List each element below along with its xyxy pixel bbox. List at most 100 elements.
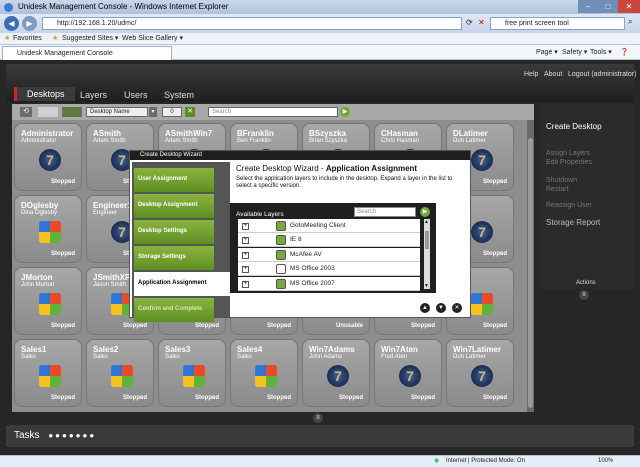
actions-collapse-icon[interactable]: ≡ xyxy=(579,290,589,300)
sort-select[interactable]: Desktop Name xyxy=(86,107,148,117)
desktop-tile[interactable]: Sales2 Sales Stopped xyxy=(86,339,154,407)
web-slice-gallery-link[interactable]: Web Slice Gallery ▾ xyxy=(122,33,183,45)
layers-search-go-icon[interactable]: ▶ xyxy=(420,207,430,217)
layer-checkbox[interactable] xyxy=(276,264,286,275)
move-up-icon[interactable]: ▲ xyxy=(420,303,430,313)
layer-row[interactable]: + GotoMeeting Client xyxy=(238,219,420,233)
desktop-scrollbar[interactable] xyxy=(527,120,534,412)
add-favorite-icon[interactable]: ★ xyxy=(52,33,58,45)
desktop-name: ASmithWin7 xyxy=(165,129,213,138)
desktop-tile[interactable]: Sales4 Sales Stopped xyxy=(230,339,298,407)
desktop-tile[interactable]: JMorton John Morton Stopped xyxy=(14,267,82,335)
scrollbar-thumb[interactable] xyxy=(528,138,533,408)
tools-menu[interactable]: Tools ▾ xyxy=(590,45,612,60)
desktop-tile[interactable]: Win7Aten Fred Aten 7 Stopped xyxy=(374,339,442,407)
search-go-icon[interactable]: ▶ xyxy=(340,107,350,117)
browser-tab-bar: Unidesk Management Console Page ▾ Safety… xyxy=(0,45,640,60)
tab-users[interactable]: Users xyxy=(124,90,148,100)
grid-view-icon[interactable] xyxy=(62,107,82,117)
browser-tab[interactable]: Unidesk Management Console xyxy=(2,46,172,60)
layer-checkbox[interactable] xyxy=(276,235,286,246)
zoom-level[interactable]: 100% xyxy=(598,456,613,467)
scroll-up-icon[interactable]: ▲ xyxy=(424,219,429,225)
edit-properties-action[interactable]: Edit Properties xyxy=(546,159,592,166)
suggested-sites-link[interactable]: Suggested Sites ▾ xyxy=(62,33,118,45)
about-link[interactable]: About xyxy=(544,71,562,78)
actions-label: Actions xyxy=(576,280,596,286)
layer-checkbox[interactable] xyxy=(276,221,286,231)
desktop-tile[interactable]: Win7Latimer Don Latimer 7 Stopped xyxy=(446,339,514,407)
layer-row[interactable]: + McAfee AV xyxy=(238,247,420,262)
step-user-assignment[interactable]: User Assignment xyxy=(134,168,214,192)
list-view-icon[interactable] xyxy=(38,107,58,117)
layers-scrollbar[interactable]: ▲ ▼ xyxy=(424,219,430,289)
step-desktop-assignment[interactable]: Desktop Assignment xyxy=(134,194,214,218)
layer-row[interactable]: + MS Office 2003 xyxy=(238,262,420,277)
desktop-name: Win7Latimer xyxy=(453,345,501,354)
desktop-name: CHasman xyxy=(381,129,418,138)
minimize-icon[interactable]: – xyxy=(578,0,598,13)
expand-icon[interactable]: + xyxy=(242,251,249,259)
layers-header: Available Layers xyxy=(236,211,284,218)
layer-checkbox[interactable] xyxy=(276,249,286,260)
scroll-down-icon[interactable]: ▼ xyxy=(424,283,429,289)
forward-icon[interactable]: ▶ xyxy=(22,16,37,31)
layer-checkbox[interactable] xyxy=(276,278,286,289)
search-icon[interactable]: ⌕ xyxy=(628,17,632,27)
desktop-tile[interactable]: Win7Adams John Adams 7 Stopped xyxy=(302,339,370,407)
close-window-icon[interactable]: ✕ xyxy=(618,0,640,13)
clear-selection-icon[interactable]: ✕ xyxy=(185,107,195,117)
desktop-user: Sales xyxy=(237,354,253,360)
layers-scroll-thumb[interactable] xyxy=(425,231,429,249)
url-field[interactable]: http://192.168.1.20/udmc/ xyxy=(42,17,462,30)
desktop-tile[interactable]: Sales1 Sales Stopped xyxy=(14,339,82,407)
desktop-status: Stopped xyxy=(483,323,507,329)
storage-report-action[interactable]: Storage Report xyxy=(546,218,600,227)
assign-layers-action[interactable]: Assign Layers xyxy=(546,150,590,157)
step-storage-settings[interactable]: Storage Settings xyxy=(134,246,214,270)
expand-icon[interactable]: + xyxy=(242,223,249,230)
step-desktop-settings[interactable]: Desktop Settings xyxy=(134,220,214,244)
expand-icon[interactable]: + xyxy=(242,266,249,274)
step-confirm-complete[interactable]: Confirm and Complete xyxy=(134,298,214,322)
help-icon[interactable]: ❓ xyxy=(620,45,629,60)
tab-desktops[interactable]: Desktops xyxy=(14,87,75,101)
desktop-name: ASmith xyxy=(93,129,121,138)
desktop-name: JSmithXP xyxy=(93,273,131,282)
step-application-assignment[interactable]: Application Assignment xyxy=(134,272,230,296)
desktop-user: John Adams xyxy=(309,354,343,360)
safety-menu[interactable]: Safety ▾ xyxy=(562,45,587,60)
help-link[interactable]: Help xyxy=(524,71,538,78)
browser-search-input[interactable]: free print screen tool xyxy=(490,17,625,30)
desktop-tile[interactable]: DOglesby Dina Oglesby Stopped xyxy=(14,195,82,263)
move-down-icon[interactable]: ▼ xyxy=(436,303,446,313)
desktop-tile[interactable]: Administrator Administrator 7 Stopped xyxy=(14,123,82,191)
stop-icon[interactable]: ✕ xyxy=(478,18,485,27)
chevron-down-icon[interactable]: ▾ xyxy=(149,107,157,117)
remove-icon[interactable]: ✕ xyxy=(452,303,462,313)
layers-search-input[interactable]: Search xyxy=(354,207,416,217)
page-menu[interactable]: Page ▾ xyxy=(536,45,558,60)
favorites-button[interactable]: Favorites xyxy=(13,33,42,45)
expand-icon[interactable]: + xyxy=(242,280,249,288)
layer-row[interactable]: + MS Office 2007 xyxy=(238,276,420,291)
layer-row[interactable]: + IE 8 xyxy=(238,233,420,248)
tasks-toggle-icon[interactable]: ≡ xyxy=(313,413,323,423)
logout-link[interactable]: Logout (administrator) xyxy=(568,71,636,78)
create-desktop-action[interactable]: Create Desktop xyxy=(546,122,602,131)
desktop-tile[interactable]: Sales3 Sales Stopped xyxy=(158,339,226,407)
tab-system[interactable]: System xyxy=(164,90,194,100)
reassign-user-action[interactable]: Reassign User xyxy=(546,202,592,209)
refresh-icon[interactable]: ⟳ xyxy=(466,18,473,27)
expand-icon[interactable]: + xyxy=(242,237,249,245)
maximize-icon[interactable]: □ xyxy=(598,0,618,13)
tasks-bar[interactable]: Tasks ●●●●●●● xyxy=(6,425,634,447)
shutdown-action[interactable]: Shutdown xyxy=(546,177,577,184)
refresh-view-icon[interactable]: ⟲ xyxy=(20,107,32,117)
desktop-status: Stopped xyxy=(267,323,291,329)
desktop-name: Sales2 xyxy=(93,345,119,354)
back-icon[interactable]: ◀ xyxy=(4,16,19,31)
desktop-search-input[interactable]: Search xyxy=(208,107,338,117)
restart-action[interactable]: Restart xyxy=(546,186,569,193)
tab-layers[interactable]: Layers xyxy=(80,90,107,100)
